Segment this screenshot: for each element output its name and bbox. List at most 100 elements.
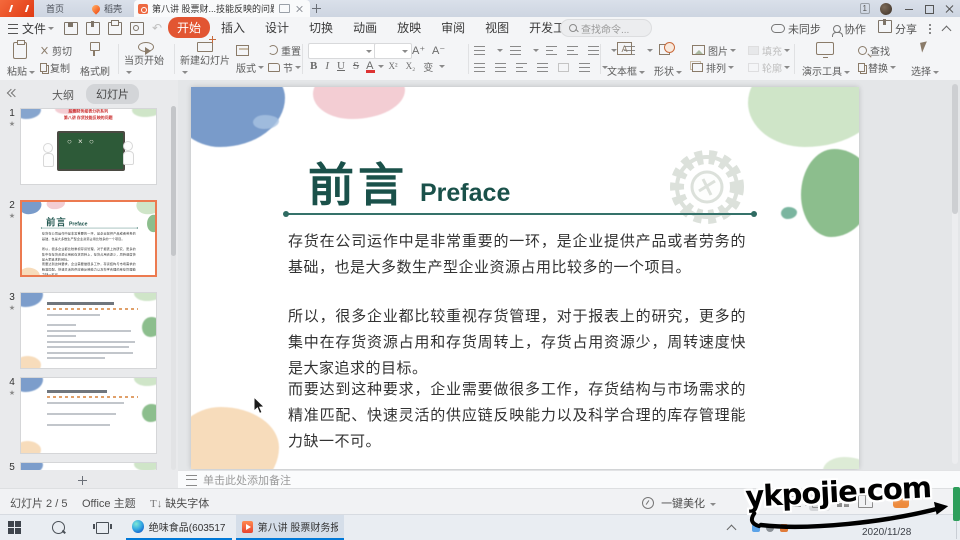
select-button[interactable]: 选择: [908, 41, 942, 78]
presentation-tools-button[interactable]: 演示工具: [800, 41, 852, 78]
copy-button[interactable]: 复制: [40, 60, 70, 74]
tab-document[interactable]: 第八讲 股票财...技能反映的问题: [134, 0, 310, 17]
command-search-input[interactable]: 查找命令...: [560, 19, 652, 37]
section-button[interactable]: 节: [268, 60, 301, 74]
share-button[interactable]: 分享: [878, 20, 917, 37]
cut-button[interactable]: 剪切: [40, 43, 72, 57]
font-name-combo[interactable]: [308, 43, 376, 59]
file-menu[interactable]: 文件: [8, 20, 54, 37]
slide-paragraph-1[interactable]: 存货在公司运作中是非常重要的一环，是企业提供产品或者劳务的基础，也是大多数生产型…: [288, 229, 746, 281]
panel-scrollbar-thumb[interactable]: [171, 106, 176, 256]
font-size-combo[interactable]: [374, 43, 412, 59]
underline-button[interactable]: U: [337, 60, 345, 72]
user-badge[interactable]: 1: [860, 0, 870, 17]
tab-outline[interactable]: 大纲: [52, 87, 74, 103]
align-left-icon[interactable]: [474, 63, 485, 72]
taskbar-edge-task[interactable]: 绝味食品(603517...: [126, 515, 232, 540]
tab-slideshow[interactable]: 放映: [388, 17, 430, 38]
taskbar-wps-task[interactable]: 第八讲 股票财务报...: [236, 515, 344, 540]
tab-design[interactable]: 设计: [256, 17, 298, 38]
increase-indent-icon[interactable]: [567, 46, 578, 55]
play-from-current-button[interactable]: 当页开始: [124, 41, 170, 78]
save-icon[interactable]: [64, 22, 78, 35]
slide-3-thumbnail[interactable]: [20, 292, 157, 369]
bullets-icon[interactable]: [474, 46, 485, 55]
current-slide[interactable]: 前言 Preface 存货在公司运作中是非常重要的一环，是企业提供产品或者劳务的…: [191, 87, 859, 469]
slide-title-row[interactable]: 前言 Preface: [308, 149, 510, 215]
superscript-button[interactable]: X²: [388, 61, 397, 71]
shapes-button[interactable]: 形状: [650, 41, 686, 78]
grow-font-button[interactable]: A⁺: [412, 43, 425, 57]
close-button[interactable]: [944, 0, 954, 17]
replace-button[interactable]: 替换: [858, 60, 896, 74]
slide-4-thumbnail[interactable]: [20, 377, 157, 454]
panel-scrollbar[interactable]: [171, 106, 176, 470]
tray-expand-button[interactable]: [728, 515, 735, 540]
outline-button[interactable]: 轮廓: [748, 60, 790, 74]
textbox-button[interactable]: A 文本框: [606, 41, 646, 78]
justify-icon[interactable]: [537, 63, 548, 72]
collapse-panel-button[interactable]: [8, 87, 18, 99]
sync-status[interactable]: 未同步: [771, 21, 821, 37]
collaborate-button[interactable]: 协作: [833, 21, 866, 37]
tab-animation[interactable]: 动画: [344, 17, 386, 38]
align-right-icon[interactable]: [516, 63, 527, 72]
find-button[interactable]: 查找: [858, 43, 890, 57]
minimize-button[interactable]: [904, 0, 914, 17]
layout-button[interactable]: 版式: [236, 60, 264, 74]
thumbnail-item-5[interactable]: 5: [0, 462, 178, 470]
tab-start[interactable]: 开始: [168, 17, 210, 38]
slide-2-thumbnail-selected[interactable]: 前言Preface 存货在公司运作中是非常重要的一环，是企业提供产品或者劳务的基…: [20, 200, 157, 277]
canvas-scrollbar[interactable]: [952, 84, 958, 464]
add-slide-button[interactable]: [78, 476, 89, 487]
slide-canvas[interactable]: 前言 Preface 存货在公司运作中是非常重要的一环，是企业提供产品或者劳务的…: [178, 80, 960, 470]
print-preview-icon[interactable]: [130, 22, 144, 35]
export-icon[interactable]: [86, 22, 100, 35]
theme-name[interactable]: Office 主题: [82, 495, 136, 511]
taskbar-search-button[interactable]: [52, 515, 65, 540]
beautify-button[interactable]: 一键美化: [642, 495, 716, 511]
avatar[interactable]: [880, 0, 892, 17]
missing-font-warning[interactable]: T↓ 缺失字体: [150, 495, 209, 511]
maximize-button[interactable]: [924, 0, 934, 17]
thumbnail-item-1[interactable]: 1 ★ 股票财务报表分析系列 第八讲 存货技能反映的问题 ○ × ○: [0, 108, 178, 185]
decrease-indent-icon[interactable]: [546, 46, 557, 55]
tab-insert[interactable]: 插入: [212, 17, 254, 38]
slide-5-thumbnail[interactable]: [20, 462, 157, 470]
tab-transition[interactable]: 切换: [300, 17, 342, 38]
font-color-button[interactable]: A: [366, 60, 373, 72]
format-painter-button[interactable]: 格式刷: [76, 41, 114, 78]
italic-button[interactable]: I: [325, 60, 329, 72]
start-button[interactable]: [8, 515, 21, 540]
tab-review[interactable]: 审阅: [432, 17, 474, 38]
undo-icon[interactable]: ↶: [152, 21, 162, 35]
align-center-icon[interactable]: [495, 63, 506, 72]
thumbnail-item-4[interactable]: 4 ★: [0, 377, 178, 454]
shrink-font-button[interactable]: A⁻: [432, 43, 445, 57]
strikethrough-button[interactable]: S: [353, 60, 359, 72]
thumbnail-item-2[interactable]: 2 ★ 前言Preface 存货在公司运作中是非常重要的一环，是企业提供产品或者…: [0, 200, 178, 277]
fill-button[interactable]: 填充: [748, 43, 790, 57]
thumbnail-item-3[interactable]: 3 ★: [0, 292, 178, 369]
task-view-button[interactable]: [96, 515, 109, 540]
subscript-button[interactable]: X₂: [406, 61, 416, 71]
tab-preview-icon[interactable]: [279, 4, 290, 13]
distribute-icon[interactable]: [558, 63, 569, 72]
line-spacing-icon[interactable]: [588, 46, 599, 55]
slide-paragraph-3[interactable]: 而要达到这种要求，企业需要做很多工作，存货结构与市场需求的精准匹配、快速灵活的供…: [288, 377, 746, 455]
tab-home[interactable]: 首页: [38, 0, 72, 17]
reset-button[interactable]: 重置: [268, 43, 301, 57]
slide-paragraph-2[interactable]: 所以，很多企业都比较重视存货管理，对于报表上的研究，更多的集中在存货资源占用和存…: [288, 304, 746, 382]
more-options-icon[interactable]: [929, 24, 931, 26]
new-slide-button[interactable]: 新建幻灯片: [180, 41, 232, 78]
canvas-scrollbar-thumb[interactable]: [952, 84, 958, 214]
bold-button[interactable]: B: [310, 60, 317, 72]
wps-logo[interactable]: [0, 0, 34, 17]
tab-slides[interactable]: 幻灯片: [86, 84, 139, 104]
paste-button[interactable]: 粘贴: [4, 41, 38, 78]
slide-1-thumbnail[interactable]: 股票财务报表分析系列 第八讲 存货技能反映的问题 ○ × ○: [20, 108, 157, 185]
new-tab-button[interactable]: [312, 0, 321, 17]
tab-close-icon[interactable]: [295, 5, 303, 13]
arrange-button[interactable]: 排列: [692, 60, 734, 74]
align-text-icon[interactable]: [579, 63, 590, 72]
